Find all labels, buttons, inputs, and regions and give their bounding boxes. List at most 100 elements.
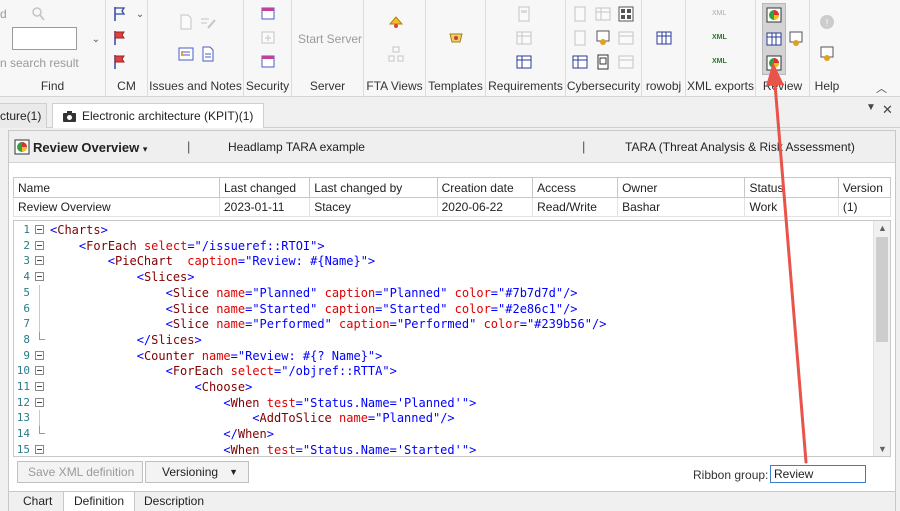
column-header-owner[interactable]: Owner (617, 177, 746, 198)
help-cert-icon[interactable] (819, 46, 835, 62)
requirement-table-icon[interactable] (516, 54, 532, 70)
ribbon-group-input[interactable]: Review (770, 465, 866, 483)
code-line[interactable]: 1 <Charts> (14, 222, 872, 238)
fta-view-icon[interactable] (388, 14, 404, 30)
line-number: 13 (16, 411, 30, 425)
code-line[interactable]: 13 <AddToSlice name="Planned"/> (14, 410, 872, 427)
find-input[interactable] (12, 27, 77, 50)
code-line[interactable]: 15 <When test="Status.Name='Started'"> (14, 442, 872, 457)
document-icon[interactable] (178, 14, 194, 30)
code-line[interactable]: 11 <Choose> (14, 379, 872, 395)
help-icon[interactable]: ! (819, 14, 835, 30)
close-icon[interactable]: ✕ (882, 102, 893, 118)
xml-export-button[interactable]: XML (712, 58, 727, 65)
cyber-grid-icon[interactable] (618, 6, 634, 22)
scroll-down-icon[interactable]: ▼ (874, 444, 890, 454)
add-window-icon[interactable] (260, 30, 276, 46)
fold-guide (39, 284, 40, 301)
column-header-version[interactable]: Version (837, 177, 892, 198)
tab-chart[interactable]: Chart (13, 492, 62, 511)
tab-architecture[interactable]: cture(1) (0, 103, 47, 128)
cyber-doc-icon[interactable] (572, 6, 588, 22)
code-text: </When> (223, 427, 274, 442)
issue-list-icon[interactable] (178, 46, 194, 62)
fold-toggle-icon[interactable] (35, 397, 44, 407)
group-label-help: Help (814, 79, 840, 93)
chevron-down-icon[interactable]: ⌄ (132, 6, 148, 22)
code-line[interactable]: 6 <Slice name="Started" caption="Started… (14, 300, 872, 317)
review-cert-icon[interactable] (788, 31, 804, 47)
column-header-access[interactable]: Access (532, 177, 619, 198)
code-line[interactable]: 14 </When> (14, 426, 872, 442)
fold-toggle-icon[interactable] (35, 350, 44, 360)
code-line[interactable]: 7 <Slice name="Performed" caption="Perfo… (14, 316, 872, 333)
note-icon[interactable] (200, 46, 216, 62)
fold-toggle-icon[interactable] (35, 256, 44, 266)
start-server-button[interactable]: Start Server (298, 32, 362, 46)
cyber-report-icon[interactable] (595, 54, 611, 70)
code-line[interactable]: 5 <Slice name="Planned" caption="Planned… (14, 284, 872, 301)
requirement-table-icon[interactable] (516, 30, 532, 46)
cyber-cert-icon[interactable] (595, 30, 611, 46)
code-line[interactable]: 2 <ForEach select="/issueref::RTOI"> (14, 238, 872, 254)
fold-toggle-icon[interactable] (35, 272, 44, 282)
save-xml-definition-button[interactable]: Save XML definition (17, 461, 143, 483)
fold-toggle-icon[interactable] (35, 382, 44, 391)
code-text: <When test="Status.Name='Started'"> (223, 442, 477, 457)
scrollbar-thumb[interactable] (876, 237, 888, 342)
fta-tree-icon[interactable] (388, 46, 404, 62)
review-chart-icon[interactable] (766, 55, 782, 71)
column-header-last-changed-by[interactable]: Last changed by (309, 177, 438, 198)
cyber-table-icon[interactable] (618, 54, 634, 70)
document-tab-bar: cture(1) Electronic architecture (KPIT)(… (0, 98, 900, 128)
tab-description[interactable]: Description (134, 492, 214, 511)
code-line[interactable]: 8 </Slices> (14, 331, 872, 348)
fold-toggle-icon[interactable] (35, 240, 44, 250)
fold-toggle-icon[interactable] (35, 444, 44, 454)
xml-export-button[interactable]: XML (712, 10, 726, 17)
code-text: <AddToSlice name="Planned"/> (252, 411, 455, 426)
versioning-dropdown[interactable]: Versioning ▼ (145, 461, 249, 483)
table-row[interactable]: Review Overview 2023-01-11 Stacey 2020-0… (13, 197, 892, 217)
cyber-table-icon[interactable] (595, 6, 611, 22)
column-header-creation-date[interactable]: Creation date (436, 177, 534, 198)
ribbon-group-find: d ⌄ n search result Find (0, 0, 106, 97)
page-title-dropdown[interactable]: Review Overview ▾ (33, 140, 147, 155)
fold-toggle-icon[interactable] (35, 225, 44, 234)
chevron-down-icon[interactable]: ⌄ (88, 31, 104, 47)
xml-code-editor[interactable]: ▲ ▼ 1 <Charts> 2 <ForEach select="/issuere… (13, 220, 891, 457)
chevron-up-icon[interactable]: ︿ (876, 80, 887, 96)
cyber-table-icon[interactable] (572, 54, 588, 70)
cyber-doc-icon[interactable] (572, 30, 588, 46)
tab-definition[interactable]: Definition (63, 492, 136, 511)
vertical-scrollbar[interactable]: ▲ ▼ (873, 221, 890, 456)
column-header-name[interactable]: Name (13, 177, 220, 198)
find-search-result-option[interactable]: n search result (0, 56, 79, 70)
code-line[interactable]: 4 <Slices> (14, 269, 872, 285)
edit-note-icon[interactable] (200, 14, 216, 30)
review-table-icon[interactable] (766, 31, 782, 47)
code-line[interactable]: 9 <Counter name="Review: #{? Name}"> (14, 348, 872, 364)
template-icon[interactable] (448, 30, 464, 46)
scroll-up-icon[interactable]: ▲ (874, 223, 890, 233)
column-header-status[interactable]: Status (744, 177, 839, 198)
fold-toggle-icon[interactable] (35, 366, 44, 376)
code-line[interactable]: 12 <When test="Status.Name='Planned'"> (14, 395, 872, 411)
find-person-icon[interactable] (30, 6, 46, 22)
xml-export-button[interactable]: XML (712, 34, 727, 41)
requirement-icon[interactable] (516, 6, 532, 22)
review-chart-icon[interactable] (766, 7, 782, 23)
code-line[interactable]: 10 <ForEach select="/objref::RTTA"> (14, 363, 872, 379)
flag-red-icon[interactable] (112, 54, 128, 70)
column-header-last-changed[interactable]: Last changed (218, 177, 311, 198)
code-line[interactable]: 3 <PieChart caption="Review: #{Name}"> (14, 253, 872, 269)
rowobj-table-icon[interactable] (656, 30, 672, 46)
security-window-icon[interactable] (260, 6, 276, 22)
tab-electronic-architecture[interactable]: Electronic architecture (KPIT)(1) (52, 103, 265, 128)
view-tab-bar: Chart Definition Description (9, 491, 895, 511)
flag-outline-icon[interactable] (112, 6, 128, 22)
flag-red-icon[interactable] (112, 30, 128, 46)
cyber-table-icon[interactable] (618, 30, 634, 46)
tab-list-dropdown-icon[interactable]: ▼ (866, 102, 876, 113)
security-window-icon[interactable] (260, 54, 276, 70)
